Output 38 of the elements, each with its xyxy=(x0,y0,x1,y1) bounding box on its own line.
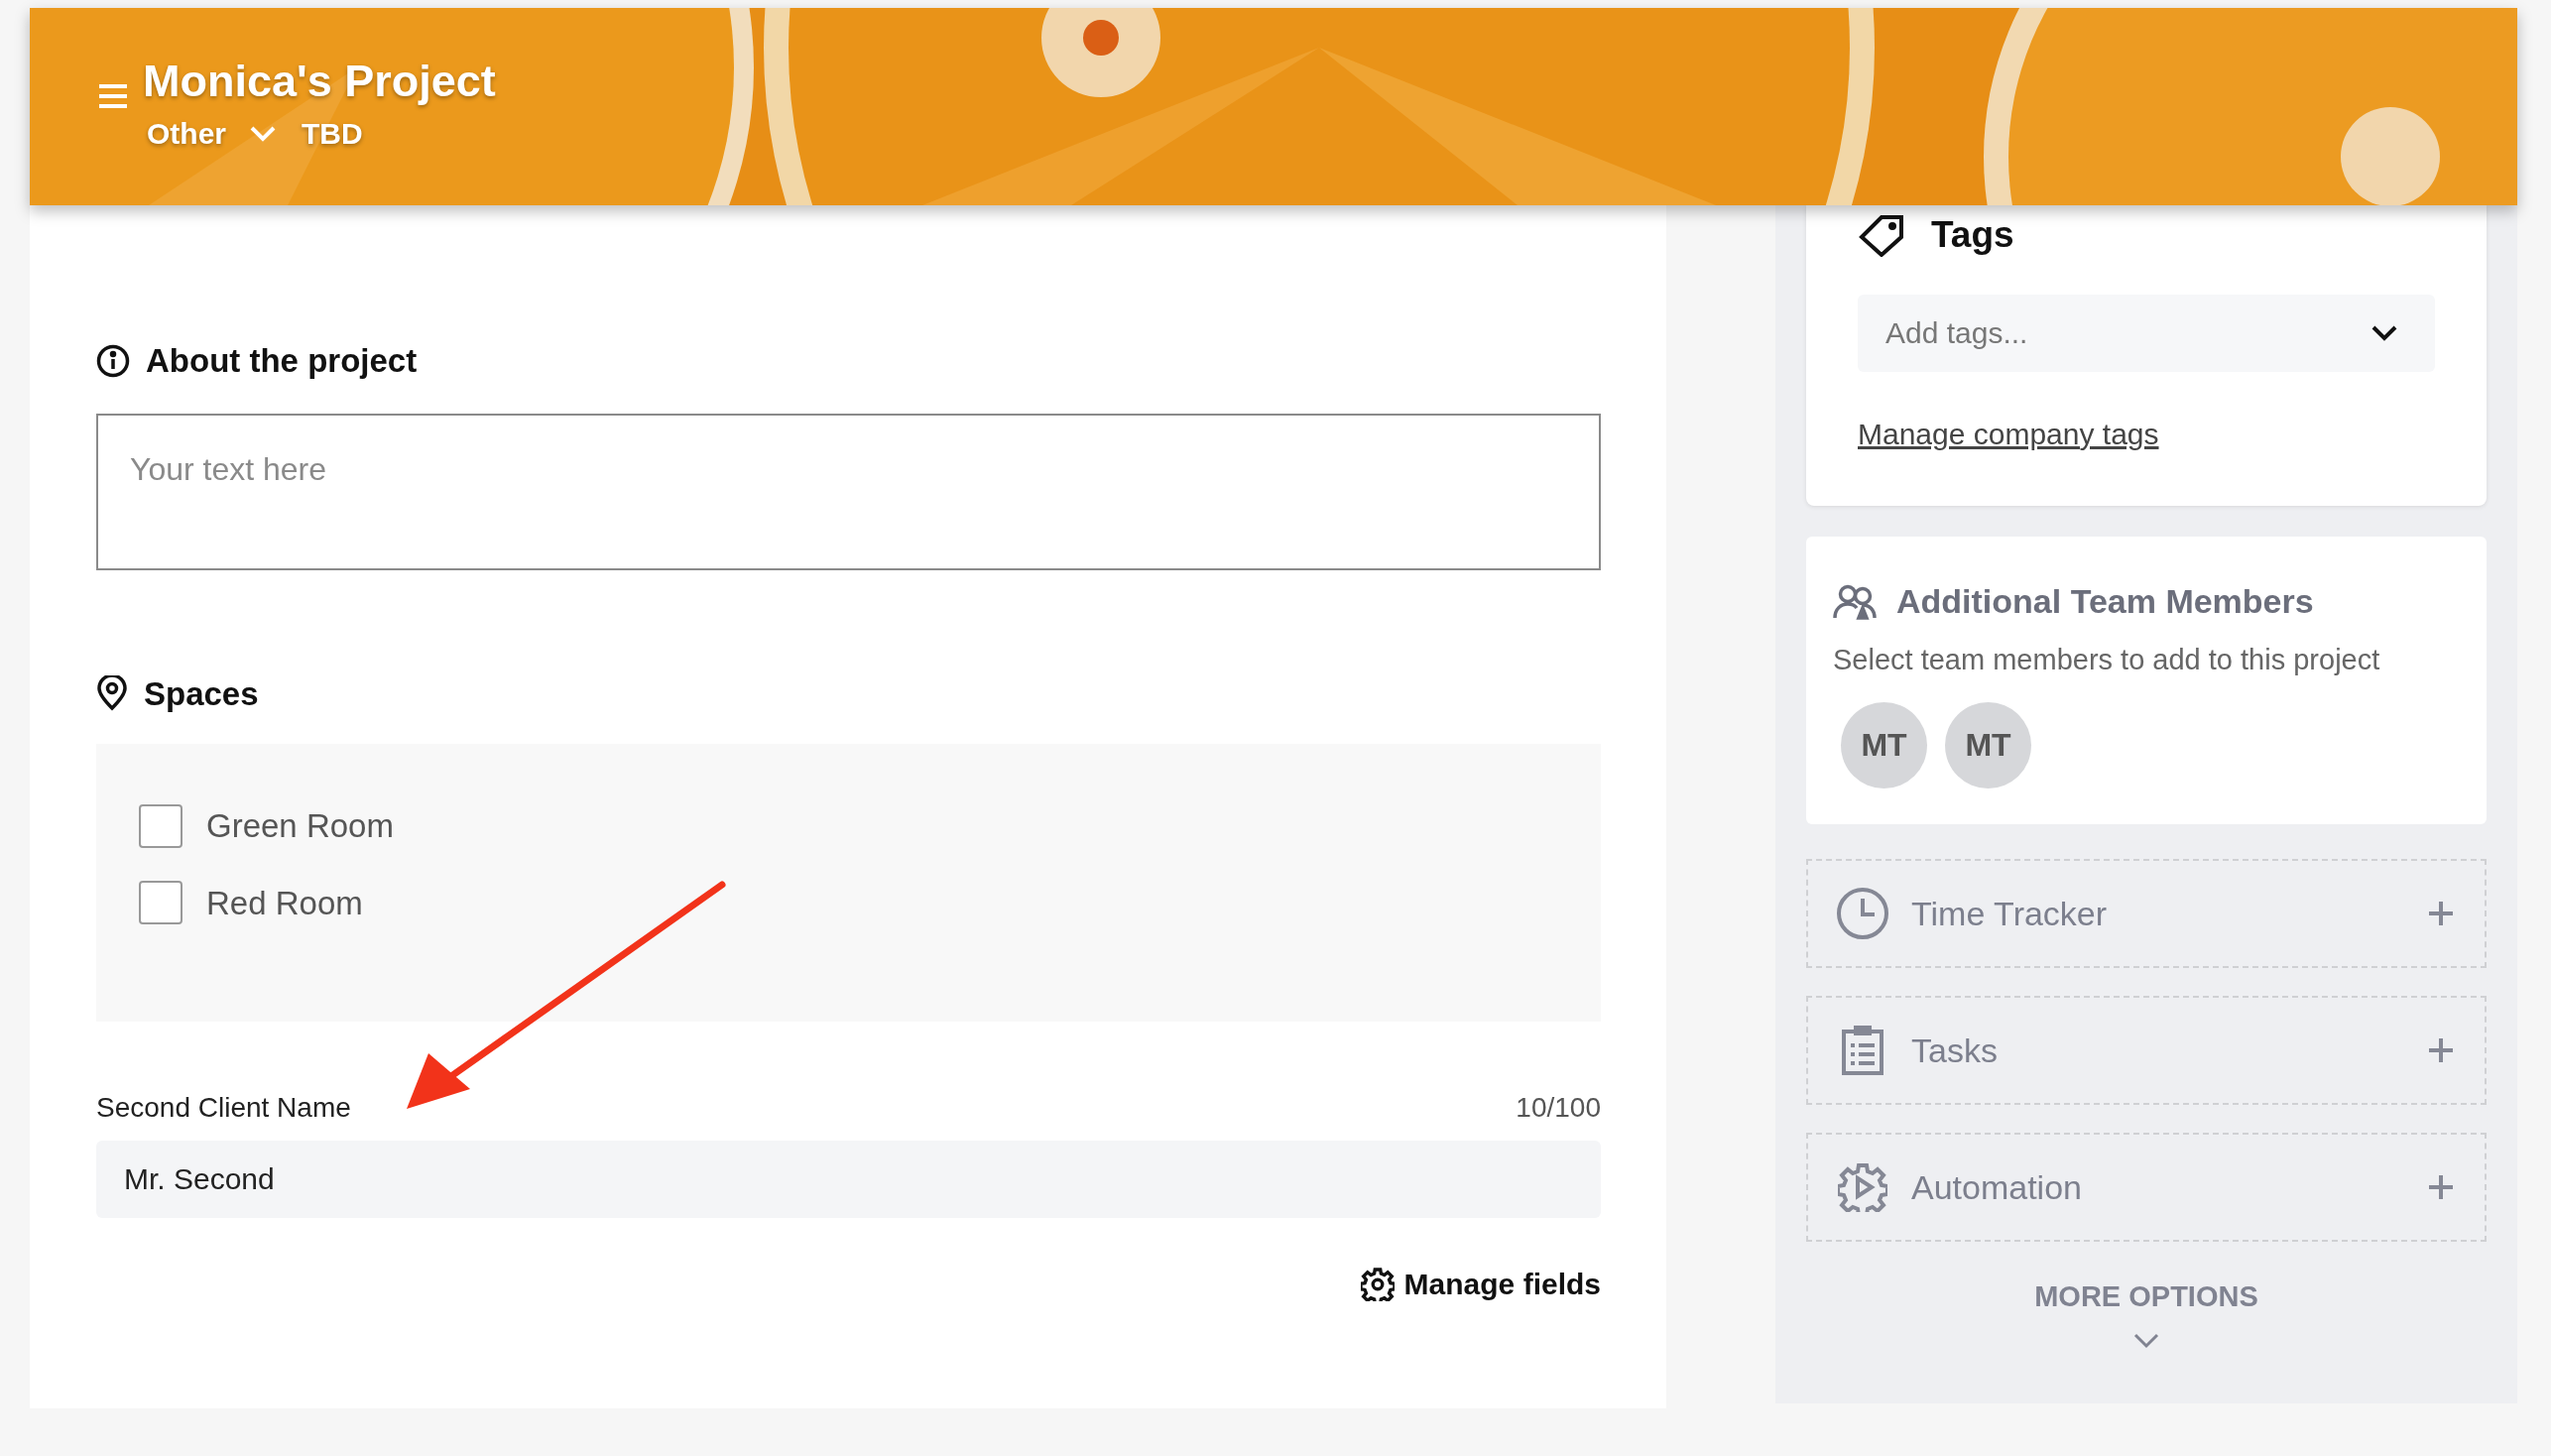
project-title: Monica's Project xyxy=(143,55,496,108)
more-options-button[interactable]: MORE OPTIONS xyxy=(2034,1275,2258,1349)
member-avatar[interactable]: MT xyxy=(1945,701,2031,789)
plus-icon xyxy=(2427,900,2455,927)
add-module-button[interactable]: Automation xyxy=(1806,1133,2487,1242)
card-subtitle: Select team members to add to this project xyxy=(1833,643,2381,677)
tag-icon xyxy=(1858,212,1905,257)
add-module-button[interactable]: Time Tracker xyxy=(1806,859,2487,968)
info-icon xyxy=(96,343,130,378)
plus-icon xyxy=(2427,1036,2455,1064)
character-counter: 10/100 xyxy=(1516,1091,1601,1125)
client-name-field[interactable]: Mr. Second xyxy=(96,1141,1601,1218)
manage-fields-button[interactable]: Manage fields xyxy=(1360,1262,1601,1306)
location-pin-icon xyxy=(96,675,128,712)
checkbox[interactable] xyxy=(139,881,182,925)
card-heading: Additional Team Members xyxy=(1896,581,2314,622)
checkbox-label: Green Room xyxy=(206,806,394,846)
plus-icon xyxy=(2427,1173,2455,1201)
checkbox-label: Red Room xyxy=(206,883,363,923)
section-heading: About the project xyxy=(146,341,418,381)
field-label: Second Client Name xyxy=(96,1091,351,1125)
description-field[interactable]: Your text here xyxy=(96,413,1601,570)
menu-icon[interactable] xyxy=(97,83,129,109)
clock-icon xyxy=(1836,887,1889,940)
clipboard-icon xyxy=(1842,1026,1883,1075)
chevron-down-icon xyxy=(250,125,276,142)
checkbox[interactable] xyxy=(139,803,182,848)
section-heading: Spaces xyxy=(144,673,259,714)
member-avatar[interactable]: MT xyxy=(1841,701,1927,789)
project-status: TBD xyxy=(302,116,363,152)
manage-tags-link[interactable]: Manage company tags xyxy=(1858,411,2159,456)
settings-icon xyxy=(1360,1267,1395,1301)
chevron-down-icon xyxy=(2133,1332,2159,1349)
tags-dropdown[interactable]: Add tags... xyxy=(1858,294,2435,372)
add-module-button[interactable]: Tasks xyxy=(1806,996,2487,1105)
gear-play-icon xyxy=(1838,1162,1887,1212)
card-heading: Tags xyxy=(1931,213,2014,257)
chevron-down-icon xyxy=(2371,324,2397,341)
